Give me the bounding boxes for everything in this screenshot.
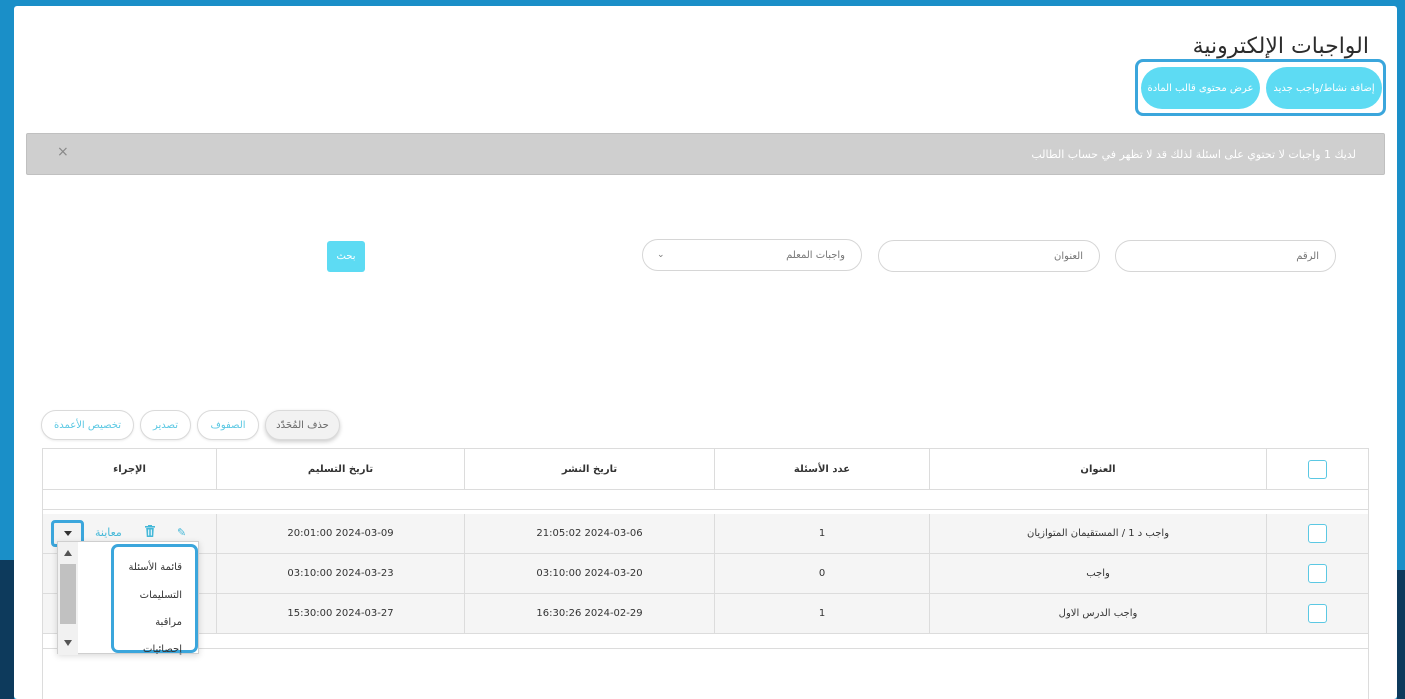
search-button[interactable]: بحث xyxy=(327,241,365,272)
scroll-thumb[interactable] xyxy=(60,564,76,624)
title-input[interactable] xyxy=(879,250,1083,262)
window-left-dark-area xyxy=(0,560,14,699)
warning-alert: لديك 1 واجبات لا تحتوي على اسئلة لذلك قد… xyxy=(26,133,1385,175)
table-bottom-divider xyxy=(43,648,1368,649)
table-header: العنوان عدد الأسئلة تاريخ النشر تاريخ ال… xyxy=(43,449,1368,490)
main-panel: الواجبات الإلكترونية إضافة نشاط/واجب جدي… xyxy=(14,6,1397,699)
row-title: واجب د 1 / المستقيمان المتوازيان xyxy=(929,514,1266,553)
row-published: 2024-02-29 16:30:26 xyxy=(464,594,714,633)
row-questions: 1 xyxy=(714,594,929,633)
page-title: الواجبات الإلكترونية xyxy=(1192,34,1369,59)
row-due: 2024-03-27 15:30:00 xyxy=(216,594,464,633)
caret-down-icon xyxy=(63,531,72,536)
table-row: واجب د 1 / المستقيمان المتوازيان 1 2024-… xyxy=(43,514,1368,554)
row-due: 2024-03-09 20:01:00 xyxy=(216,514,464,553)
menu-item-questions-list[interactable]: قائمة الأسئلة xyxy=(129,562,182,573)
col-title[interactable]: العنوان xyxy=(929,449,1266,490)
export-button[interactable]: تصدير xyxy=(140,410,191,440)
row-checkbox[interactable] xyxy=(1308,524,1327,543)
row-title: واجب الدرس الاول xyxy=(929,594,1266,633)
delete-selected-button[interactable]: حذف المُحَدّد xyxy=(265,410,340,440)
select-all-cell xyxy=(1266,449,1368,490)
table-spacer xyxy=(43,490,1368,510)
view-template-button[interactable]: عرض محتوى قالب المادة xyxy=(1141,67,1260,109)
row-select-cell xyxy=(1266,594,1368,633)
row-checkbox[interactable] xyxy=(1308,564,1327,583)
row-title: واجب xyxy=(929,554,1266,593)
close-icon[interactable]: × xyxy=(57,144,69,160)
select-all-checkbox[interactable] xyxy=(1308,460,1327,479)
row-published: 2024-03-06 21:05:02 xyxy=(464,514,714,553)
menu-item-monitoring[interactable]: مراقبة xyxy=(155,617,182,628)
select-value: واجبات المعلم xyxy=(786,249,845,261)
actions-dropdown-menu: قائمة الأسئلة التسليمات مراقبة إحصائيات xyxy=(57,541,199,655)
menu-item-statistics[interactable]: إحصائيات xyxy=(143,644,182,655)
title-field[interactable] xyxy=(878,240,1100,272)
row-due: 2024-03-23 03:10:00 xyxy=(216,554,464,593)
rows-button[interactable]: الصفوف xyxy=(197,410,259,440)
row-published: 2024-03-20 03:10:00 xyxy=(464,554,714,593)
col-published[interactable]: تاريخ النشر xyxy=(464,449,714,490)
teacher-assignments-select[interactable]: واجبات المعلم ⌄ xyxy=(642,239,862,271)
trash-icon[interactable] xyxy=(145,525,155,537)
col-due[interactable]: تاريخ التسليم xyxy=(216,449,464,490)
window-right-dark-area xyxy=(1397,570,1405,699)
scroll-down-icon[interactable] xyxy=(64,640,72,646)
scroll-up-icon[interactable] xyxy=(64,550,72,556)
col-questions[interactable]: عدد الأسئلة xyxy=(714,449,929,490)
dropdown-scrollbar[interactable] xyxy=(58,542,78,655)
row-questions: 1 xyxy=(714,514,929,553)
number-input[interactable] xyxy=(1116,250,1319,262)
row-checkbox[interactable] xyxy=(1308,604,1327,623)
add-assignment-button[interactable]: إضافة نشاط/واجب جديد xyxy=(1266,67,1382,109)
number-field[interactable] xyxy=(1115,240,1336,272)
table-row: واجب 0 2024-03-20 03:10:00 2024-03-23 03… xyxy=(43,554,1368,594)
pencil-icon[interactable]: ✎ xyxy=(177,526,186,539)
customize-columns-button[interactable]: تخصيص الأعمدة xyxy=(41,410,134,440)
row-select-cell xyxy=(1266,514,1368,553)
col-action: الإجراء xyxy=(113,464,146,475)
table-row: واجب الدرس الاول 1 2024-02-29 16:30:26 2… xyxy=(43,594,1368,634)
row-select-cell xyxy=(1266,554,1368,593)
alert-text: لديك 1 واجبات لا تحتوي على اسئلة لذلك قد… xyxy=(1031,148,1356,161)
assignments-table: العنوان عدد الأسئلة تاريخ النشر تاريخ ال… xyxy=(42,448,1369,699)
chevron-down-icon: ⌄ xyxy=(657,250,665,260)
preview-link[interactable]: معاينة xyxy=(95,526,122,539)
menu-item-submissions[interactable]: التسليمات xyxy=(140,590,182,601)
row-questions: 0 xyxy=(714,554,929,593)
